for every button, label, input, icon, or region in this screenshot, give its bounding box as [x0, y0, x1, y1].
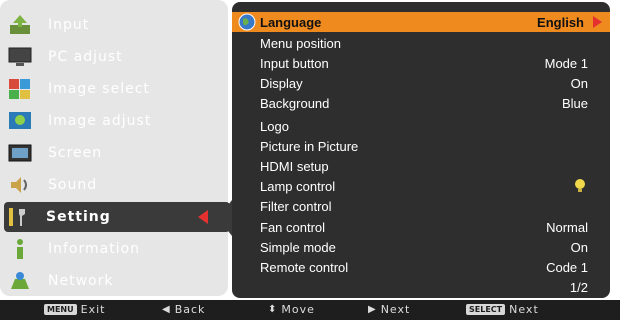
image-adjust-icon: [6, 108, 34, 134]
setting-row-filter-control[interactable]: Filter control: [232, 196, 610, 216]
menu-item-network[interactable]: Network: [6, 266, 226, 296]
setting-name: Filter control: [260, 198, 332, 214]
setting-value: English: [537, 14, 584, 30]
menu-item-label: Network: [48, 273, 114, 289]
image-select-icon: [6, 76, 34, 102]
sound-icon: [6, 172, 34, 198]
setting-value: Mode 1: [544, 55, 588, 71]
setting-row-language[interactable]: Language English: [232, 12, 610, 32]
main-menu-panel: Input PC adjust Image select Image adjus…: [0, 0, 230, 296]
setting-row-simple-mode[interactable]: Simple mode On: [232, 237, 610, 257]
screen-icon: [6, 140, 34, 166]
menu-item-image-adjust[interactable]: Image adjust: [6, 106, 226, 136]
select-key-badge: SELECT: [466, 304, 506, 315]
setting-name: HDMI setup: [260, 158, 329, 174]
left-triangle-icon: ◀: [162, 304, 171, 315]
menu-item-label: Image adjust: [48, 113, 152, 129]
menu-item-label: Setting: [46, 209, 111, 225]
setting-name: Picture in Picture: [260, 138, 359, 154]
move-hint[interactable]: ⬍ Move: [268, 303, 315, 316]
right-arrow-icon: [593, 16, 602, 28]
setting-name: Input button: [260, 55, 329, 71]
information-icon: [6, 236, 34, 262]
network-icon: [6, 268, 34, 294]
setting-row-remote-control[interactable]: Remote control Code 1: [232, 257, 610, 277]
exit-label: Exit: [80, 303, 106, 316]
setting-row-picture-in-picture[interactable]: Picture in Picture: [232, 136, 610, 156]
lamp-bulb-icon: [574, 178, 586, 197]
setting-icon: [4, 204, 32, 230]
setting-name: Menu position: [260, 35, 341, 51]
setting-row-lamp-control[interactable]: Lamp control: [232, 176, 610, 196]
setting-row-logo[interactable]: Logo: [232, 116, 610, 136]
bottom-hint-bar: MENU Exit ◀ Back ⬍ Move ▶ Next SELECT Ne…: [0, 300, 620, 320]
pc-adjust-icon: [6, 44, 34, 70]
setting-value: On: [570, 75, 588, 91]
menu-item-label: Sound: [48, 177, 98, 193]
setting-value: Blue: [561, 95, 588, 111]
setting-name: Logo: [260, 118, 289, 134]
menu-item-image-select[interactable]: Image select: [6, 74, 226, 104]
menu-item-label: PC adjust: [48, 49, 123, 65]
menu-item-information[interactable]: Information: [6, 234, 226, 264]
menu-item-label: Image select: [48, 81, 150, 97]
back-hint[interactable]: ◀ Back: [162, 303, 205, 316]
setting-name: Remote control: [260, 259, 349, 275]
page-indicator: 1/2: [569, 280, 588, 295]
up-down-arrow-icon: ⬍: [268, 304, 278, 315]
setting-name: Language: [260, 14, 322, 30]
setting-name: Background: [260, 95, 330, 111]
setting-name: Lamp control: [260, 178, 336, 194]
setting-name: Display: [260, 75, 303, 91]
setting-value: Code 1: [546, 259, 588, 275]
menu-item-pc-adjust[interactable]: PC adjust: [6, 42, 226, 72]
selection-pointer: [218, 200, 232, 236]
select-hint[interactable]: SELECT Next: [466, 303, 539, 316]
setting-value: Normal: [546, 219, 588, 235]
selected-arrow-icon: [198, 210, 208, 224]
menu-item-sound[interactable]: Sound: [6, 170, 226, 200]
menu-item-screen[interactable]: Screen: [6, 138, 226, 168]
settings-panel: Language English Menu position Input but…: [232, 2, 610, 298]
select-next-label: Next: [509, 303, 539, 316]
setting-row-menu-position[interactable]: Menu position: [232, 33, 610, 53]
setting-value: On: [570, 239, 588, 255]
menu-item-label: Input: [48, 17, 90, 33]
setting-row-display[interactable]: Display On: [232, 73, 610, 93]
setting-row-fan-control[interactable]: Fan control Normal: [232, 217, 610, 237]
next-label: Next: [380, 303, 411, 316]
menu-item-setting[interactable]: Setting: [4, 202, 230, 232]
move-label: Move: [281, 303, 315, 316]
menu-item-label: Information: [48, 241, 141, 257]
exit-hint[interactable]: MENU Exit: [44, 303, 105, 316]
setting-name: Simple mode: [260, 239, 336, 255]
back-label: Back: [174, 303, 206, 316]
setting-row-input-button[interactable]: Input button Mode 1: [232, 53, 610, 73]
menu-item-label: Screen: [48, 145, 103, 161]
right-triangle-icon: ▶: [368, 304, 377, 315]
setting-row-hdmi-setup[interactable]: HDMI setup: [232, 156, 610, 176]
setting-row-background[interactable]: Background Blue: [232, 93, 610, 113]
next-hint[interactable]: ▶ Next: [368, 303, 410, 316]
menu-key-badge: MENU: [44, 304, 77, 315]
globe-icon: [238, 13, 256, 34]
input-icon: [6, 12, 34, 38]
menu-item-input[interactable]: Input: [6, 10, 226, 40]
setting-name: Fan control: [260, 219, 326, 235]
